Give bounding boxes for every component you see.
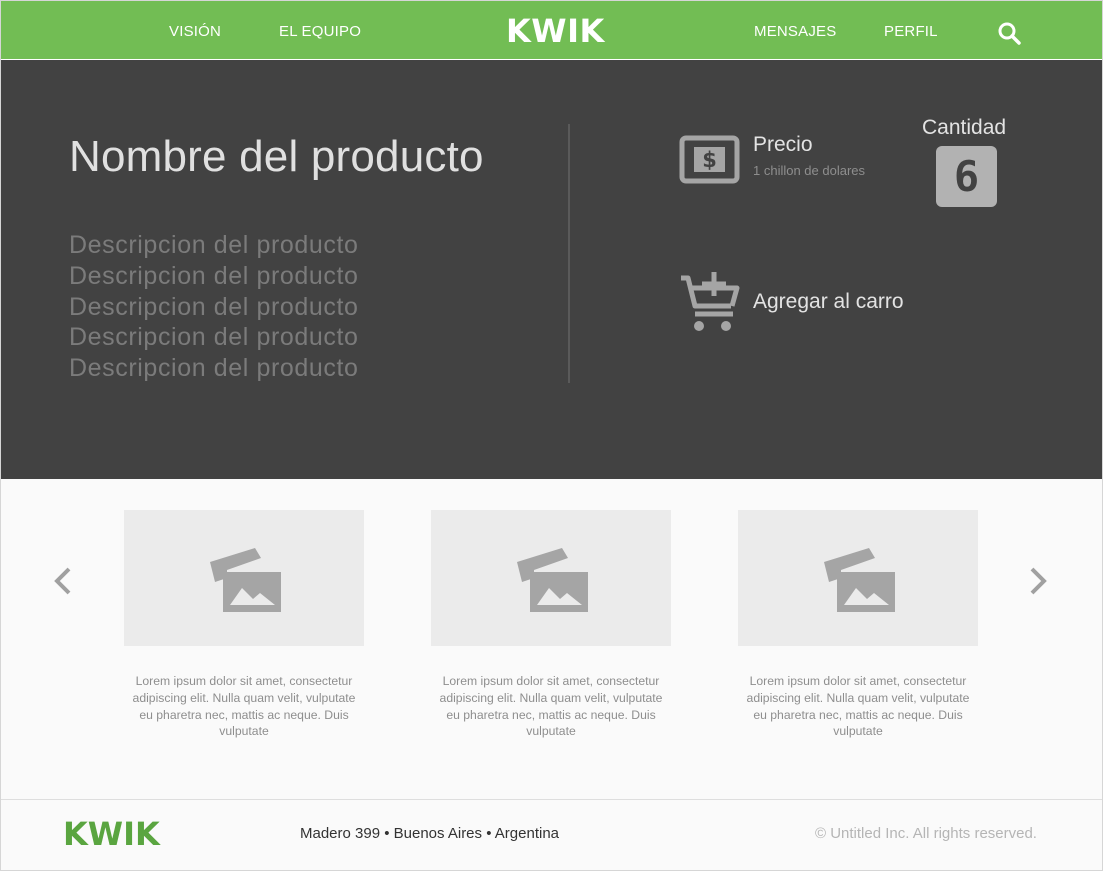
quantity-value[interactable]: 6 (936, 146, 997, 207)
product-card-text: Lorem ipsum dolor sit amet, consectetur … (746, 674, 970, 739)
price-value: 1 chillon de dolares (753, 163, 866, 178)
product-card-text: Lorem ipsum dolor sit amet, consectetur … (132, 674, 356, 739)
product-hero: Nombre del producto Descripcion del prod… (1, 60, 1102, 479)
add-to-cart-button[interactable]: Agregar al carro (679, 272, 939, 336)
dollar-bill-icon: $ (679, 135, 740, 184)
vertical-divider (568, 124, 570, 383)
related-products-carousel: Lorem ipsum dolor sit amet, consectetur … (1, 479, 1102, 799)
description-line: Descripcion del producto (69, 292, 359, 321)
quantity-label: Cantidad (922, 116, 1007, 139)
image-placeholder-icon (210, 548, 281, 612)
nav-link-perfil[interactable]: PERFIL (884, 23, 938, 40)
footer-address: Madero 399 • Buenos Aires • Argentina (300, 825, 559, 842)
description-line: Descripcion del producto (69, 323, 359, 352)
add-to-cart-icon (681, 272, 740, 331)
header-logo[interactable]: KWIK (506, 12, 605, 50)
svg-text:$: $ (702, 148, 717, 172)
product-card: Lorem ipsum dolor sit amet, consectetur … (124, 510, 364, 740)
nav-link-el-equipo[interactable]: EL EQUIPO (279, 23, 361, 40)
product-description: Descripcion del producto Descripcion del… (69, 230, 359, 384)
footer: KWIK Madero 399 • Buenos Aires • Argenti… (1, 799, 1102, 870)
product-card-image[interactable] (124, 510, 364, 646)
image-placeholder-icon (517, 548, 588, 612)
description-line: Descripcion del producto (69, 354, 359, 383)
add-to-cart-label: Agregar al carro (753, 290, 904, 313)
product-card-text: Lorem ipsum dolor sit amet, consectetur … (439, 674, 663, 739)
product-card: Lorem ipsum dolor sit amet, consectetur … (431, 510, 671, 740)
chevron-left-icon[interactable] (51, 563, 75, 599)
nav-link-mensajes[interactable]: MENSAJES (754, 23, 836, 40)
product-title: Nombre del producto (69, 132, 484, 181)
nav-link-vision[interactable]: VISIÓN (169, 23, 221, 40)
chevron-right-icon[interactable] (1026, 563, 1050, 599)
footer-copyright: © Untitled Inc. All rights reserved. (815, 825, 1037, 842)
top-nav-bar: VISIÓN EL EQUIPO KWIK MENSAJES PERFIL (1, 1, 1102, 59)
description-line: Descripcion del producto (69, 261, 359, 290)
footer-logo[interactable]: KWIK (63, 815, 160, 853)
search-icon[interactable] (997, 21, 1021, 45)
price-label: Precio (753, 133, 813, 156)
product-card-image[interactable] (431, 510, 671, 646)
description-line: Descripcion del producto (69, 231, 359, 259)
product-card: Lorem ipsum dolor sit amet, consectetur … (738, 510, 978, 740)
product-card-image[interactable] (738, 510, 978, 646)
image-placeholder-icon (824, 548, 895, 612)
